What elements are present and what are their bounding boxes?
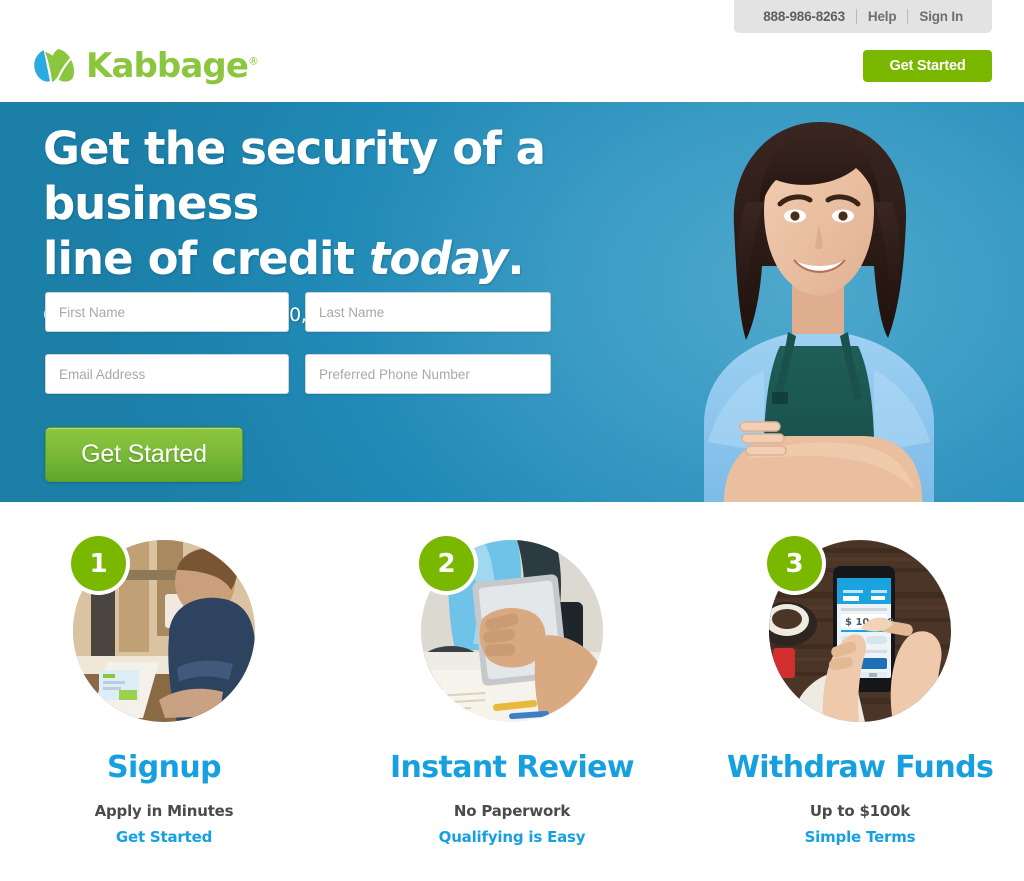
step-description: No Paperwork: [453, 802, 571, 820]
step-media: 3 $: [767, 536, 951, 722]
last-name-input[interactable]: [305, 292, 551, 332]
headline-period: .: [507, 231, 524, 285]
step-number-badge: 1: [71, 536, 126, 591]
hero-section: Get the security of a business line of c…: [0, 102, 1024, 502]
step-title: Instant Review: [389, 750, 635, 785]
step-card-signup: 1 Signup Apply in Minutes Get Started: [64, 536, 264, 846]
step-number-badge: 2: [419, 536, 474, 591]
sign-in-link[interactable]: Sign In: [908, 10, 974, 24]
logo-wordmark: Kabbage®: [86, 46, 259, 86]
utility-bar: 888-986-8263 Help Sign In: [734, 0, 992, 33]
kabbage-leaf-icon: [34, 49, 75, 86]
first-name-input[interactable]: [45, 292, 289, 332]
step-card-withdraw-funds: 3 $ Withdraw Funds Up to $100k Simple Te…: [727, 536, 994, 846]
hero-get-started-button[interactable]: Get Started: [45, 427, 243, 482]
step-link-simple-terms[interactable]: Simple Terms: [805, 828, 916, 846]
step-description: Up to $100k: [809, 802, 911, 820]
step-description: Apply in Minutes: [94, 802, 234, 820]
form-row-contact: [45, 354, 555, 394]
step-link-get-started[interactable]: Get Started: [116, 828, 212, 846]
help-link[interactable]: Help: [857, 10, 907, 24]
header-get-started-button[interactable]: Get Started: [863, 50, 992, 82]
step-card-instant-review: 2 Instant Review No Paperwork Qualifying…: [390, 536, 635, 846]
logo[interactable]: Kabbage®: [29, 44, 259, 88]
steps-section: 1 Signup Apply in Minutes Get Started 2 …: [0, 502, 1024, 881]
trademark-symbol: ®: [248, 54, 259, 68]
email-input[interactable]: [45, 354, 289, 394]
phone-input[interactable]: [305, 354, 551, 394]
brand-name: Kabbage: [86, 46, 249, 86]
step-number-badge: 3: [767, 536, 822, 591]
headline-line-2-plain: line of credit: [43, 231, 369, 285]
step-title: Signup: [107, 750, 222, 785]
form-row-name: [45, 292, 555, 332]
hero-headline: Get the security of a business line of c…: [43, 122, 663, 287]
site-header: Kabbage® Get Started: [0, 33, 1024, 102]
step-media: 2: [419, 536, 603, 722]
steps-row: 1 Signup Apply in Minutes Get Started 2 …: [0, 502, 1024, 846]
phone-number[interactable]: 888-986-8263: [752, 10, 856, 24]
lead-capture-form: Get Started: [45, 292, 555, 482]
step-title: Withdraw Funds: [726, 750, 994, 785]
step-media: 1: [71, 536, 255, 722]
landing-page: 888-986-8263 Help Sign In Kabbage® Get S…: [0, 0, 1024, 881]
headline-emphasis: today: [368, 231, 508, 285]
headline-line-1: Get the security of a business: [43, 122, 546, 230]
step-link-qualifying-is-easy[interactable]: Qualifying is Easy: [439, 828, 586, 846]
hero-photo-business-owner: [704, 122, 934, 502]
